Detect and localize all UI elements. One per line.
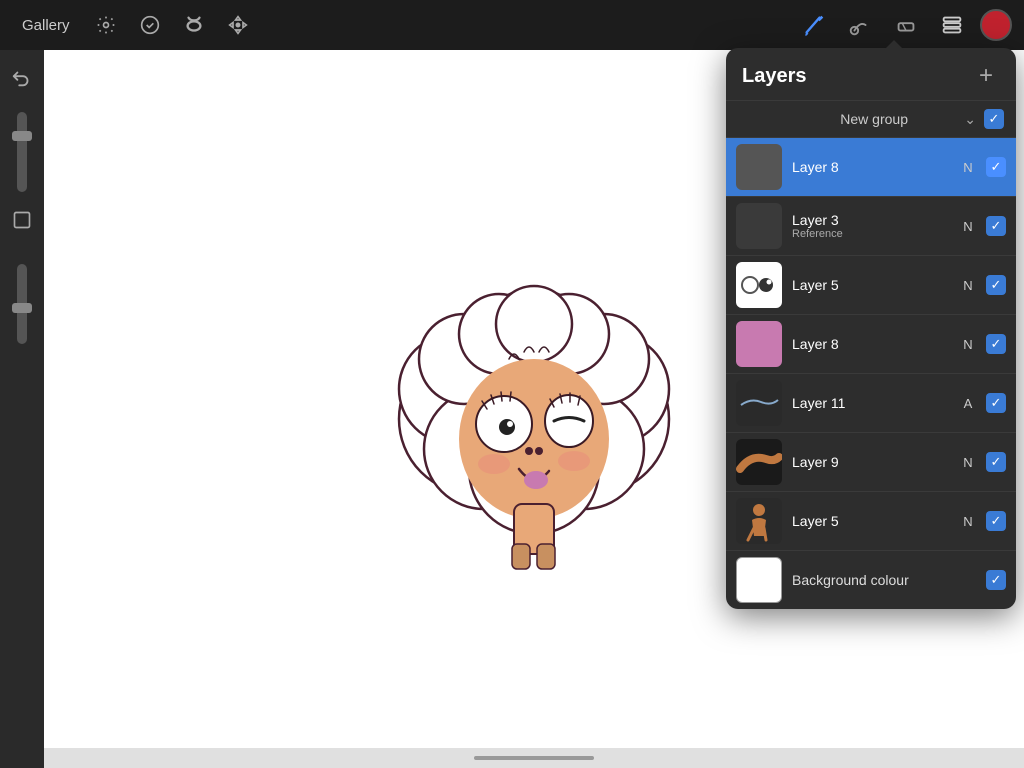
layer-row-layer5-char[interactable]: Layer 5 N ✓ bbox=[726, 491, 1016, 550]
home-indicator bbox=[474, 756, 594, 760]
layer9-checkbox[interactable]: ✓ bbox=[986, 452, 1006, 472]
layer8-active-checkmark: ✓ bbox=[991, 159, 1002, 175]
smear-tool-icon[interactable] bbox=[842, 7, 878, 43]
layer5-char-checkmark: ✓ bbox=[991, 513, 1002, 529]
eraser-tool-icon[interactable] bbox=[888, 7, 924, 43]
layer9-checkmark: ✓ bbox=[991, 454, 1002, 470]
layers-panel: Layers + New group ⌄ ✓ Layer 8 N ✓ Layer… bbox=[726, 48, 1016, 609]
layer5-dots-mode: N bbox=[960, 278, 976, 293]
background-checkmark: ✓ bbox=[991, 572, 1002, 588]
group-label: New group bbox=[792, 111, 956, 127]
move-tool-button[interactable] bbox=[220, 7, 256, 43]
background-info: Background colour bbox=[792, 572, 950, 588]
layer8-active-checkbox[interactable]: ✓ bbox=[986, 157, 1006, 177]
layer3-sublabel: Reference bbox=[792, 228, 950, 240]
layer11-checkmark: ✓ bbox=[991, 395, 1002, 411]
panel-arrow bbox=[884, 40, 904, 50]
modify-tool-button[interactable] bbox=[88, 7, 124, 43]
layer5-dots-thumbnail bbox=[736, 262, 782, 308]
layers-title: Layers bbox=[742, 65, 807, 88]
layer-row-layer9[interactable]: Layer 9 N ✓ bbox=[726, 432, 1016, 491]
toolbar-right bbox=[796, 7, 1024, 43]
opacity-slider[interactable] bbox=[17, 264, 27, 344]
sheep-illustration bbox=[324, 209, 744, 589]
layer3-thumbnail bbox=[736, 203, 782, 249]
layer5-dots-checkbox[interactable]: ✓ bbox=[986, 275, 1006, 295]
layer11-info: Layer 11 bbox=[792, 395, 950, 411]
layer3-name: Layer 3 bbox=[792, 212, 950, 228]
layer3-checkbox[interactable]: ✓ bbox=[986, 216, 1006, 236]
smudge-tool-button[interactable] bbox=[176, 7, 212, 43]
layer5-char-mode: N bbox=[960, 514, 976, 529]
layer3-mode: N bbox=[960, 219, 976, 234]
layer8-pink-thumbnail bbox=[736, 321, 782, 367]
brush-size-slider[interactable] bbox=[17, 112, 27, 192]
layer8-active-info: Layer 8 bbox=[792, 159, 950, 175]
brush-tool-icon[interactable] bbox=[796, 7, 832, 43]
group-visibility-checkbox[interactable]: ✓ bbox=[984, 109, 1004, 129]
layer-row-layer8-pink[interactable]: Layer 8 N ✓ bbox=[726, 314, 1016, 373]
layer11-checkbox[interactable]: ✓ bbox=[986, 393, 1006, 413]
layer5-dots-checkmark: ✓ bbox=[991, 277, 1002, 293]
layer5-dots-name: Layer 5 bbox=[792, 277, 950, 293]
layer11-thumbnail bbox=[736, 380, 782, 426]
layer-group-row[interactable]: New group ⌄ ✓ bbox=[726, 101, 1016, 137]
layers-tool-icon[interactable] bbox=[934, 7, 970, 43]
layer5-char-thumbnail bbox=[736, 498, 782, 544]
layer9-name: Layer 9 bbox=[792, 454, 950, 470]
layer8-pink-info: Layer 8 bbox=[792, 336, 950, 352]
layer8-pink-name: Layer 8 bbox=[792, 336, 950, 352]
layer3-info: Layer 3 Reference bbox=[792, 212, 950, 240]
color-picker-button[interactable] bbox=[980, 9, 1012, 41]
layer5-char-checkbox[interactable]: ✓ bbox=[986, 511, 1006, 531]
layer5-char-name: Layer 5 bbox=[792, 513, 950, 529]
layer-row-layer8-active[interactable]: Layer 8 N ✓ bbox=[726, 137, 1016, 196]
group-checkmark-icon: ✓ bbox=[989, 111, 1000, 127]
layer9-thumbnail bbox=[736, 439, 782, 485]
layer8-pink-checkmark: ✓ bbox=[991, 336, 1002, 352]
layer-row-layer3[interactable]: Layer 3 Reference N ✓ bbox=[726, 196, 1016, 255]
background-checkbox[interactable]: ✓ bbox=[986, 570, 1006, 590]
left-sidebar bbox=[0, 50, 44, 768]
layer11-name: Layer 11 bbox=[792, 395, 950, 411]
gallery-button[interactable]: Gallery bbox=[12, 11, 80, 40]
background-thumbnail bbox=[736, 557, 782, 603]
layer8-pink-mode: N bbox=[960, 337, 976, 352]
adjust-tool-button[interactable] bbox=[132, 7, 168, 43]
toolbar-left: Gallery bbox=[0, 7, 256, 43]
bottom-bar bbox=[44, 748, 1024, 768]
layer-row-layer5-dots[interactable]: Layer 5 N ✓ bbox=[726, 255, 1016, 314]
group-chevron-icon[interactable]: ⌄ bbox=[964, 111, 976, 128]
layers-header: Layers + bbox=[726, 48, 1016, 101]
layer8-active-thumbnail bbox=[736, 144, 782, 190]
layer9-mode: N bbox=[960, 455, 976, 470]
layer-row-background[interactable]: Background colour ✓ bbox=[726, 550, 1016, 609]
layers-add-button[interactable]: + bbox=[972, 62, 1000, 90]
layer8-active-name: Layer 8 bbox=[792, 159, 950, 175]
layer8-active-mode: N bbox=[960, 160, 976, 175]
layer9-info: Layer 9 bbox=[792, 454, 950, 470]
background-name: Background colour bbox=[792, 572, 950, 588]
toolbar: Gallery bbox=[0, 0, 1024, 50]
layer-row-layer11[interactable]: Layer 11 A ✓ bbox=[726, 373, 1016, 432]
layer11-mode: A bbox=[960, 396, 976, 411]
layer8-pink-checkbox[interactable]: ✓ bbox=[986, 334, 1006, 354]
layer3-checkmark: ✓ bbox=[991, 218, 1002, 234]
layer5-dots-info: Layer 5 bbox=[792, 277, 950, 293]
square-tool-button[interactable] bbox=[4, 202, 40, 238]
layer5-char-info: Layer 5 bbox=[792, 513, 950, 529]
sidebar-undo-button[interactable] bbox=[4, 60, 40, 96]
